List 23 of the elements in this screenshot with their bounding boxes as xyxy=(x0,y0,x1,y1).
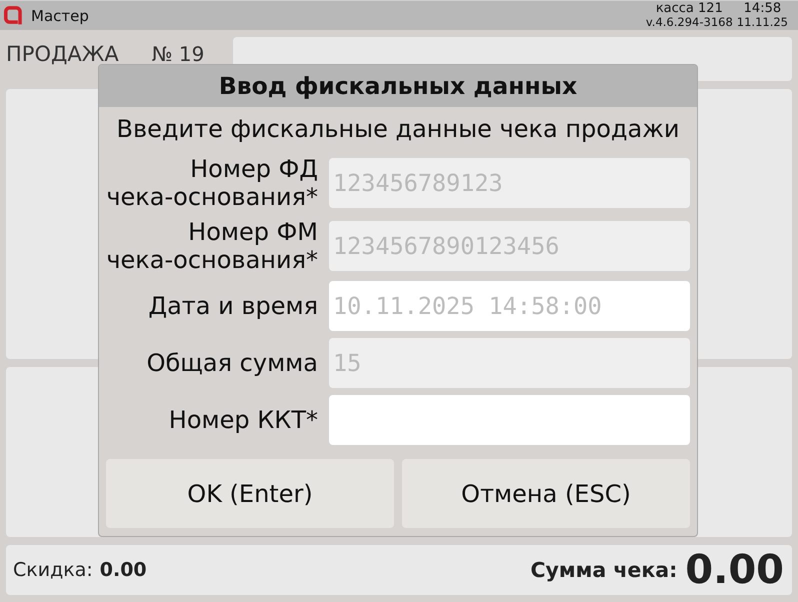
version-label: v.4.6.294-3168 xyxy=(646,16,733,29)
input-field[interactable] xyxy=(329,395,690,445)
dialog-prompt: Введите фискальные данные чека продажи xyxy=(116,115,680,143)
clock-time: 14:58 xyxy=(744,2,782,16)
field-label: Номер ФМ чека-основания* xyxy=(105,218,318,274)
cancel-button[interactable]: Отмена (ESC) xyxy=(402,459,690,528)
dialog-title: Ввод фискальных данных xyxy=(218,72,578,100)
sale-title: ПРОДАЖА xyxy=(6,44,119,64)
discount-label: Скидка: xyxy=(13,559,93,581)
field-label: Дата и время xyxy=(147,292,318,320)
field-label: Номер ККТ* xyxy=(168,406,318,434)
input-field[interactable]: 10.11.2025 14:58:00 xyxy=(329,281,690,331)
field-label: Номер ФД чека-основания* xyxy=(105,155,318,211)
total-value: 0.00 xyxy=(685,548,784,592)
register-label: касса 121 xyxy=(656,2,723,16)
date-label: 11.11.25 xyxy=(736,16,788,29)
ok-button[interactable]: OK (Enter) xyxy=(106,459,394,528)
field-label: Общая сумма xyxy=(146,349,318,377)
receipt-number: № 19 xyxy=(152,44,204,64)
app-title: Мастер xyxy=(31,6,89,24)
logo-icon xyxy=(3,6,23,26)
discount-value: 0.00 xyxy=(100,559,147,581)
total-label: Сумма чека: xyxy=(530,558,678,582)
